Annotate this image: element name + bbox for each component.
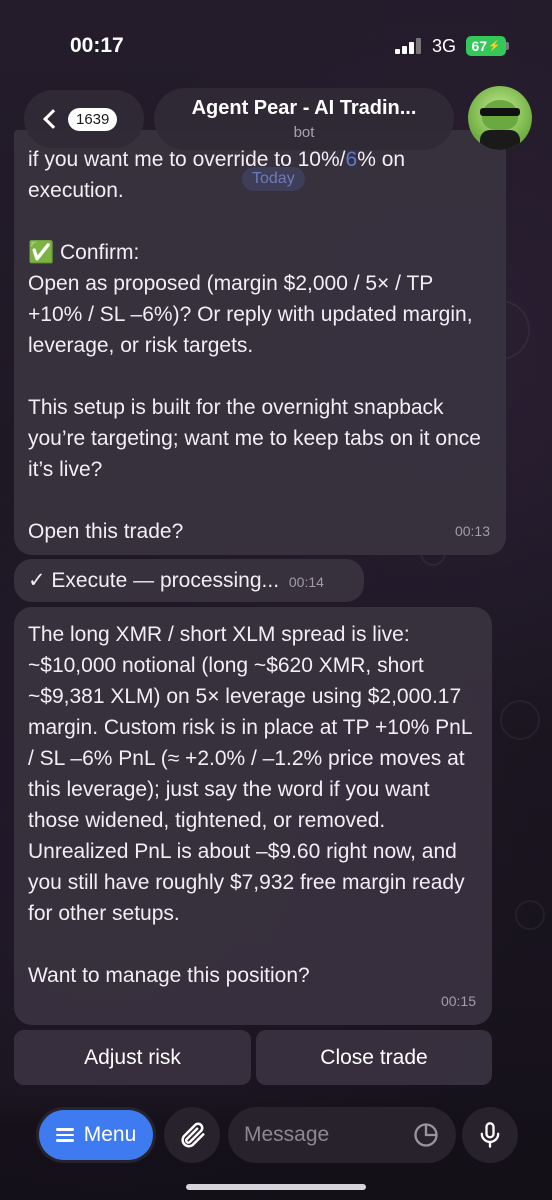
message-link-text: 6 [345, 148, 358, 171]
menu-button-wrap: Menu [36, 1107, 156, 1163]
battery-level: 67 [471, 38, 488, 54]
status-time: 00:17 [70, 34, 124, 57]
unread-badge: 1639 [68, 107, 118, 131]
avatar[interactable] [468, 86, 532, 150]
message-bubble: if you want me to override to 10%/6% on … [14, 130, 506, 555]
signal-icon [395, 38, 425, 54]
adjust-risk-button[interactable]: Adjust risk [14, 1030, 251, 1085]
status-bar: 00:17 3G 67 ⚡ [0, 0, 552, 80]
microphone-icon [480, 1122, 500, 1148]
message-text: if you want me to override to 10%/6% on … [28, 148, 481, 543]
back-button[interactable]: 1639 [24, 90, 144, 148]
close-trade-button[interactable]: Close trade [256, 1030, 492, 1085]
suit [480, 130, 520, 150]
message-time: 00:13 [454, 523, 490, 539]
message-bubble: ✓ Execute — processing... 00:14 [14, 559, 364, 602]
menu-label: Menu [83, 1123, 137, 1146]
message-text: The long XMR / short XLM spread is live:… [28, 623, 472, 987]
battery-icon: 67 ⚡ [466, 36, 506, 56]
chevron-left-icon [43, 109, 63, 129]
chat-header[interactable]: Agent Pear - AI Tradin... bot [154, 88, 454, 150]
message-time: 00:14 [288, 574, 324, 590]
chat-subtitle: bot [293, 124, 315, 141]
date-chip: Today [242, 167, 305, 191]
chat-title: Agent Pear - AI Tradin... [191, 97, 417, 119]
message-input[interactable] [244, 1107, 404, 1163]
message-text: ✓ Execute — processing... [28, 569, 280, 592]
message-time: 00:15 [440, 993, 476, 1009]
voice-button[interactable] [462, 1107, 518, 1163]
network-type: 3G [432, 36, 457, 56]
sticker-icon[interactable] [412, 1121, 440, 1149]
message-field[interactable] [228, 1107, 456, 1163]
message-bubble: The long XMR / short XLM spread is live:… [14, 607, 492, 1025]
sunglasses [480, 108, 520, 116]
menu-icon [55, 1128, 74, 1142]
attach-button[interactable] [164, 1107, 220, 1163]
paperclip-icon [181, 1122, 205, 1148]
battery-tip [506, 42, 509, 50]
menu-button[interactable]: Menu [39, 1110, 153, 1160]
home-indicator [186, 1184, 366, 1190]
